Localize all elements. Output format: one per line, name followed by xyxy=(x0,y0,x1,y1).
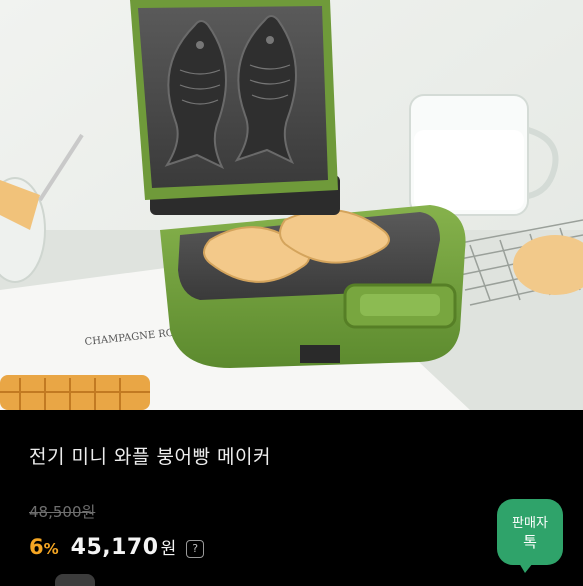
product-photo-illustration: CHAMPAGNE ROSES xyxy=(0,0,583,410)
seller-chat-label-line1: 판매자 xyxy=(512,516,548,531)
seller-chat-button[interactable]: 판매자 톡 xyxy=(497,499,563,573)
sale-price: 45,170 xyxy=(70,535,159,560)
original-price: 48,500원 xyxy=(29,503,96,521)
chat-bubble-tail xyxy=(519,563,533,573)
price-row: 6 % 45,170 원 ? xyxy=(29,534,205,562)
discount-rate: 6 xyxy=(29,535,44,559)
product-title: 전기 미니 와플 붕어빵 메이커 xyxy=(29,446,271,468)
price-help-icon[interactable]: ? xyxy=(186,540,205,558)
discount-percent-sign: % xyxy=(43,540,59,558)
seller-chat-label-line2: 톡 xyxy=(523,533,537,551)
product-photo: CHAMPAGNE ROSES xyxy=(0,0,583,410)
price-currency: 원 xyxy=(160,539,177,559)
bottom-button-edge xyxy=(55,574,95,586)
product-info-panel: 전기 미니 와플 붕어빵 메이커 48,500원 6 % 45,170 원 ? … xyxy=(0,410,583,586)
